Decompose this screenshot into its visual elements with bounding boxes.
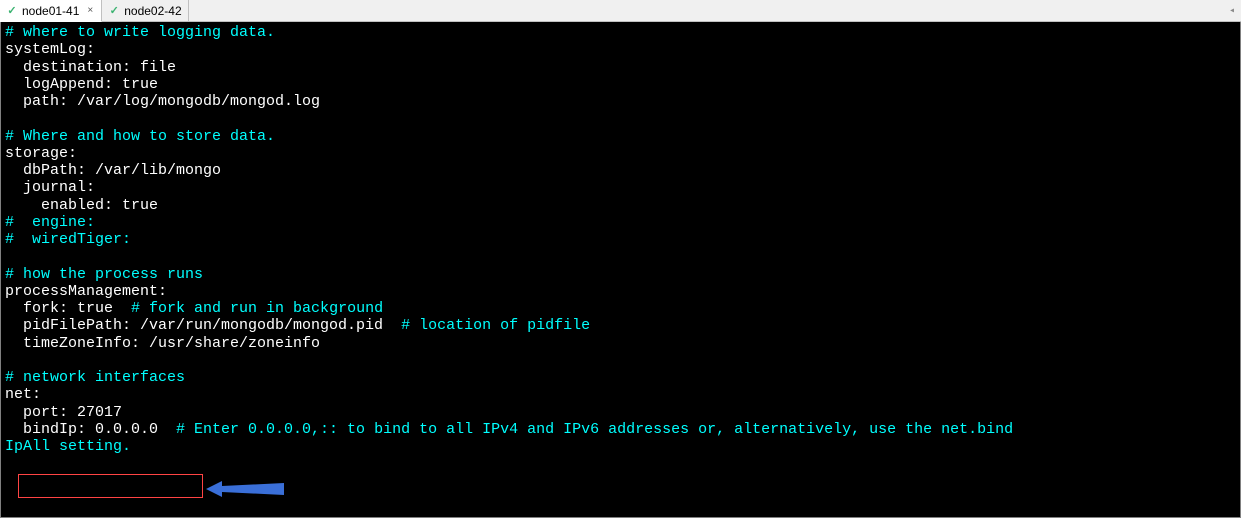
terminal-line: processManagement: (5, 283, 1236, 300)
config-comment: # network interfaces (5, 369, 185, 386)
config-text: destination: file (5, 59, 176, 76)
config-text: fork: true (5, 300, 131, 317)
check-icon: ✓ (108, 5, 120, 17)
tab-label: node02-42 (124, 4, 181, 18)
config-text: enabled: true (5, 197, 158, 214)
terminal-line: dbPath: /var/lib/mongo (5, 162, 1236, 179)
terminal-line: # network interfaces (5, 369, 1236, 386)
arrow-icon (206, 478, 286, 500)
config-comment: # Enter 0.0.0.0,:: to bind to all IPv4 a… (176, 421, 1013, 438)
config-text: timeZoneInfo: /usr/share/zoneinfo (5, 335, 320, 352)
config-comment: # wiredTiger: (5, 231, 131, 248)
terminal-line: logAppend: true (5, 76, 1236, 93)
terminal-output[interactable]: # where to write logging data.systemLog:… (0, 22, 1241, 518)
terminal-line: pidFilePath: /var/run/mongodb/mongod.pid… (5, 317, 1236, 334)
terminal-line: systemLog: (5, 41, 1236, 58)
config-comment: # engine: (5, 214, 95, 231)
terminal-line: IpAll setting. (5, 438, 1236, 455)
tab-label: node01-41 (22, 4, 79, 18)
check-icon: ✓ (6, 5, 18, 17)
close-icon[interactable]: × (85, 5, 95, 16)
terminal-line (5, 248, 1236, 265)
config-text: dbPath: /var/lib/mongo (5, 162, 221, 179)
terminal-line: path: /var/log/mongodb/mongod.log (5, 93, 1236, 110)
terminal-line: fork: true # fork and run in background (5, 300, 1236, 317)
config-text: logAppend: true (5, 76, 158, 93)
terminal-line: # wiredTiger: (5, 231, 1236, 248)
terminal-line: bindIp: 0.0.0.0 # Enter 0.0.0.0,:: to bi… (5, 421, 1236, 438)
config-text: path: /var/log/mongodb/mongod.log (5, 93, 320, 110)
terminal-line: # where to write logging data. (5, 24, 1236, 41)
config-comment: # location of pidfile (401, 317, 590, 334)
tab-node02-42[interactable]: ✓ node02-42 (102, 0, 188, 22)
config-text: port: 27017 (5, 404, 122, 421)
terminal-line: # engine: (5, 214, 1236, 231)
terminal-line: storage: (5, 145, 1236, 162)
terminal-line: net: (5, 386, 1236, 403)
config-comment: # how the process runs (5, 266, 203, 283)
terminal-line: # Where and how to store data. (5, 128, 1236, 145)
terminal-line: port: 27017 (5, 404, 1236, 421)
tab-overflow-icon[interactable]: ◂ (1223, 5, 1241, 17)
tab-node01-41[interactable]: ✓ node01-41 × (0, 0, 102, 22)
config-comment: IpAll setting. (5, 438, 131, 455)
terminal-line (5, 352, 1236, 369)
config-comment: # where to write logging data. (5, 24, 275, 41)
config-text: net: (5, 386, 41, 403)
terminal-line: timeZoneInfo: /usr/share/zoneinfo (5, 335, 1236, 352)
terminal-line: enabled: true (5, 197, 1236, 214)
annotation-highlight (18, 474, 203, 498)
terminal-line: destination: file (5, 59, 1236, 76)
config-text: processManagement: (5, 283, 167, 300)
config-text: systemLog: (5, 41, 95, 58)
config-text: bindIp: 0.0.0.0 (5, 421, 176, 438)
config-text: pidFilePath: /var/run/mongodb/mongod.pid (5, 317, 401, 334)
config-text: journal: (5, 179, 95, 196)
config-comment: # fork and run in background (131, 300, 383, 317)
config-comment: # Where and how to store data. (5, 128, 275, 145)
config-text: storage: (5, 145, 77, 162)
terminal-line: # how the process runs (5, 266, 1236, 283)
tab-bar: ✓ node01-41 × ✓ node02-42 ◂ (0, 0, 1241, 22)
terminal-line (5, 110, 1236, 127)
terminal-line: journal: (5, 179, 1236, 196)
